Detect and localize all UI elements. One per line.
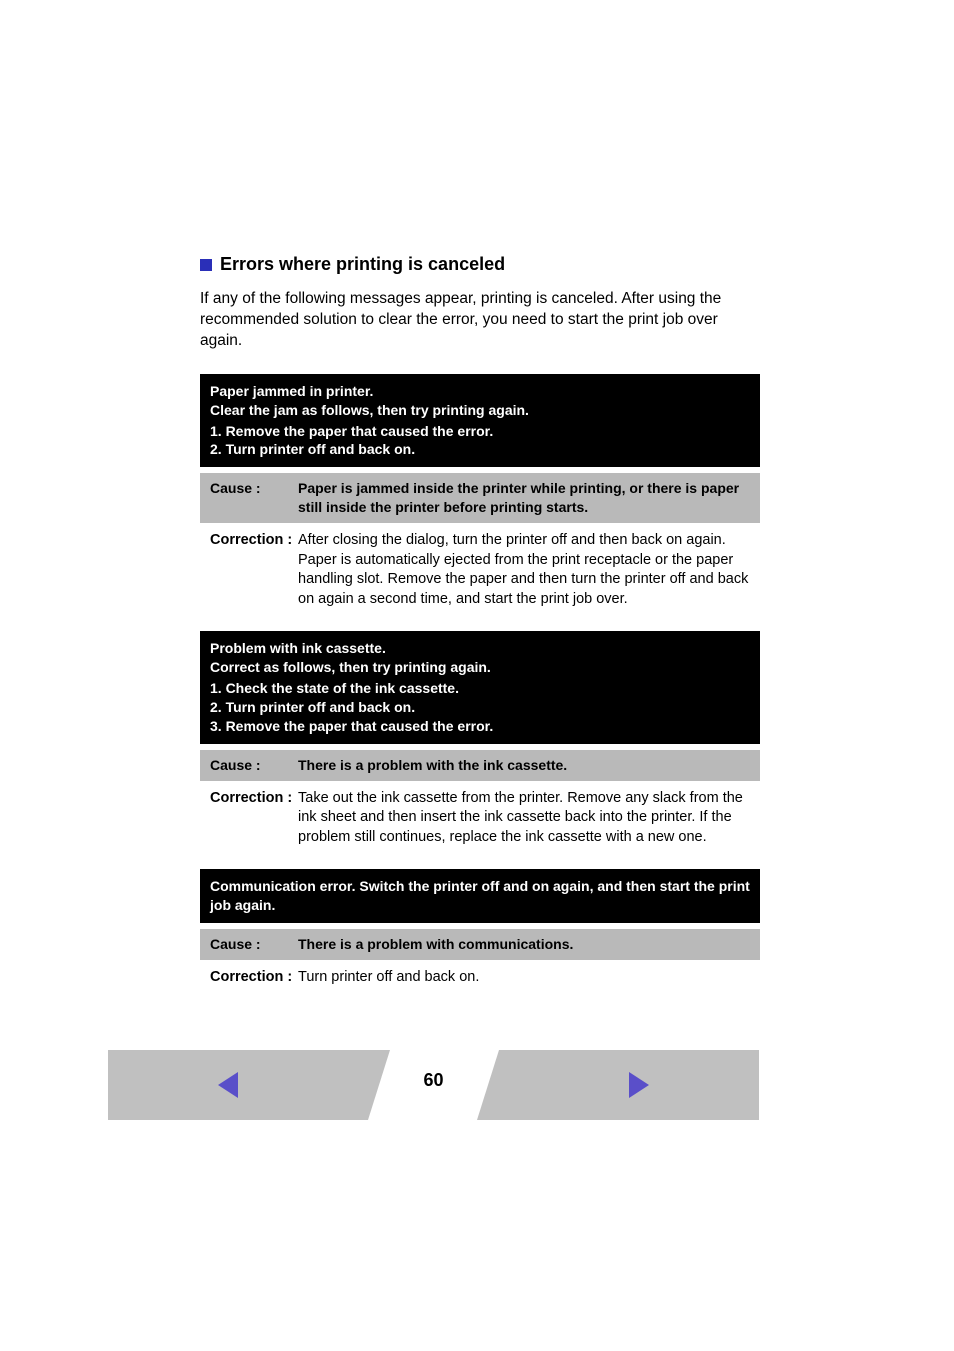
error-step: 1. Remove the paper that caused the erro… [210, 422, 750, 441]
error-step: 2. Turn printer off and back on. [210, 698, 750, 717]
error-header-line1: Paper jammed in printer. [210, 382, 750, 401]
section-heading-row: Errors where printing is canceled [200, 254, 760, 275]
arrow-right-icon [629, 1072, 649, 1098]
correction-text: Turn printer off and back on. [298, 968, 750, 988]
error-header-line2: Correct as follows, then try printing ag… [210, 658, 750, 677]
error-header-line1: Problem with ink cassette. [210, 639, 750, 658]
error-header-steps: 1. Check the state of the ink cassette. … [210, 679, 750, 736]
correction-row: Correction : Turn printer off and back o… [200, 960, 760, 988]
next-page-button[interactable] [629, 1072, 649, 1098]
error-header-box: Problem with ink cassette. Correct as fo… [200, 631, 760, 743]
page-footer: 60 [108, 1050, 759, 1120]
cause-row: Cause : Paper is jammed inside the print… [200, 473, 760, 523]
cause-text: There is a problem with the ink cassette… [298, 756, 750, 775]
correction-text: Take out the ink cassette from the print… [298, 789, 750, 848]
correction-label: Correction : [210, 968, 298, 988]
correction-row: Correction : After closing the dialog, t… [200, 523, 760, 609]
cause-text: There is a problem with communications. [298, 935, 750, 954]
error-header-steps: 1. Remove the paper that caused the erro… [210, 422, 750, 460]
cause-row: Cause : There is a problem with the ink … [200, 750, 760, 781]
cause-label: Cause : [210, 479, 298, 517]
section-title: Errors where printing is canceled [220, 254, 505, 275]
error-block: Problem with ink cassette. Correct as fo… [200, 631, 760, 847]
main-content: Errors where printing is canceled If any… [200, 254, 760, 1010]
cause-label: Cause : [210, 935, 298, 954]
error-step: 2. Turn printer off and back on. [210, 440, 750, 459]
correction-text: After closing the dialog, turn the print… [298, 531, 750, 609]
document-page: Errors where printing is canceled If any… [0, 0, 954, 1351]
error-header-line1: Communication error. Switch the printer … [210, 877, 750, 915]
page-number: 60 [108, 1070, 759, 1091]
error-step: 3. Remove the paper that caused the erro… [210, 717, 750, 736]
correction-label: Correction : [210, 789, 298, 848]
cause-row: Cause : There is a problem with communic… [200, 929, 760, 960]
error-block: Paper jammed in printer. Clear the jam a… [200, 374, 760, 610]
error-header-line2: Clear the jam as follows, then try print… [210, 401, 750, 420]
error-header-box: Paper jammed in printer. Clear the jam a… [200, 374, 760, 468]
correction-label: Correction : [210, 531, 298, 609]
section-intro-text: If any of the following messages appear,… [200, 289, 760, 352]
error-step: 1. Check the state of the ink cassette. [210, 679, 750, 698]
error-block: Communication error. Switch the printer … [200, 869, 760, 987]
error-header-box: Communication error. Switch the printer … [200, 869, 760, 923]
square-bullet-icon [200, 259, 212, 271]
cause-label: Cause : [210, 756, 298, 775]
cause-text: Paper is jammed inside the printer while… [298, 479, 750, 517]
correction-row: Correction : Take out the ink cassette f… [200, 781, 760, 848]
